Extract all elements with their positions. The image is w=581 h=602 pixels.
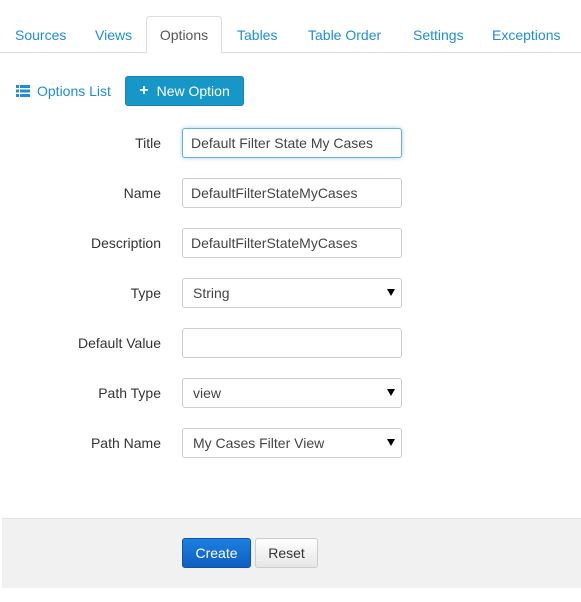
reset-button[interactable]: Reset [255, 538, 318, 568]
tab-options[interactable]: Options [146, 16, 222, 54]
form-row-path-type: Path Type view [0, 378, 581, 408]
tab-views[interactable]: Views [95, 0, 132, 53]
description-label: Description [90, 235, 161, 251]
path-type-label: Path Type [98, 385, 161, 401]
default-value-label: Default Value [77, 335, 161, 351]
form-row-type: Type String [0, 278, 581, 308]
form-actions: Create Reset [2, 518, 581, 588]
caret-down-icon [387, 389, 395, 396]
options-list-label: Options List [37, 83, 111, 99]
tab-settings[interactable]: Settings [413, 0, 464, 53]
path-type-select-value: view [193, 385, 222, 401]
path-name-label: Path Name [90, 435, 161, 451]
nav-tabs: Sources Views Options Tables Table Order… [0, 0, 581, 54]
options-list-link[interactable]: Options List [16, 76, 111, 106]
tab-label: Options [159, 27, 209, 43]
title-input[interactable] [182, 128, 402, 158]
list-icon [16, 85, 30, 97]
new-option-button[interactable]: + New Option [125, 76, 244, 106]
tab-label: Tables [237, 27, 278, 43]
tab-label: Views [95, 27, 133, 43]
tab-tables[interactable]: Tables [237, 0, 277, 53]
form-row-path-name: Path Name My Cases Filter View [0, 428, 581, 458]
name-input[interactable] [182, 178, 402, 208]
path-type-select[interactable]: view [182, 378, 402, 408]
caret-down-icon [387, 289, 395, 296]
form-row-name: Name [0, 178, 581, 208]
new-option-label: New Option [156, 83, 230, 99]
plus-icon: + [139, 82, 149, 99]
tab-table-order[interactable]: Table Order [308, 0, 381, 53]
path-name-select[interactable]: My Cases Filter View [182, 428, 402, 458]
tab-sources[interactable]: Sources [15, 0, 66, 53]
description-input[interactable] [182, 228, 402, 258]
default-value-input[interactable] [182, 328, 402, 358]
title-label: Title [135, 135, 161, 151]
type-label: Type [130, 285, 161, 301]
form-row-default-value: Default Value [0, 328, 581, 358]
path-name-select-value: My Cases Filter View [193, 435, 325, 451]
tab-label: Exceptions [492, 27, 561, 43]
tab-label: Table Order [308, 27, 382, 43]
create-button[interactable]: Create [182, 538, 251, 568]
type-select-value: String [193, 285, 230, 301]
tab-label: Settings [413, 27, 464, 43]
tab-exceptions[interactable]: Exceptions [492, 0, 560, 53]
tab-label: Sources [15, 27, 67, 43]
form-row-title: Title [0, 128, 581, 158]
form-row-description: Description [0, 228, 581, 258]
caret-down-icon [387, 439, 395, 446]
type-select[interactable]: String [182, 278, 402, 308]
name-label: Name [123, 185, 161, 201]
